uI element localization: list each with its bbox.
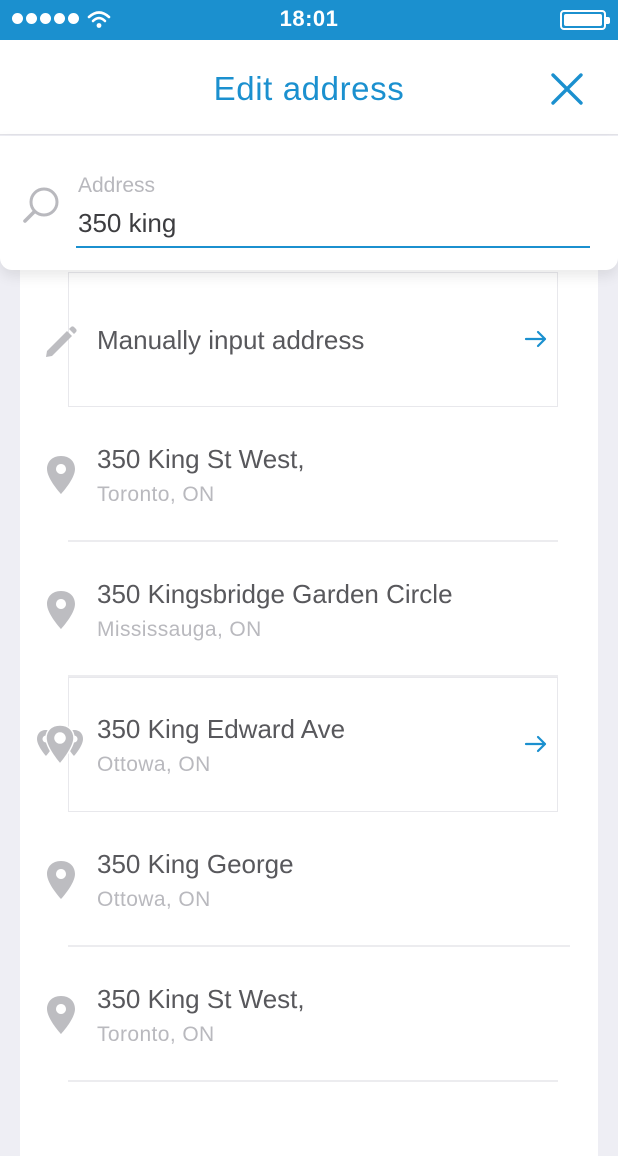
result-title: 350 King George — [97, 849, 294, 879]
result-subtitle: Toronto, ON — [97, 1023, 215, 1046]
arrow-right-icon — [524, 735, 547, 753]
result-subtitle: Ottowa, ON — [97, 753, 211, 776]
page-title: Edit address — [213, 70, 405, 107]
address-input[interactable] — [76, 204, 590, 248]
result-row[interactable]: 350 King St West, Toronto, ON — [20, 947, 598, 1082]
map-pin-icon — [47, 996, 75, 1034]
multiple-map-pins-icon — [37, 724, 83, 766]
result-subtitle: Ottowa, ON — [97, 888, 211, 911]
result-title: 350 King Edward Ave — [97, 714, 346, 744]
manual-input-row[interactable]: Manually input address — [20, 272, 598, 407]
result-row[interactable]: 350 King St West, Toronto, ON — [20, 407, 598, 542]
result-subtitle: Toronto, ON — [97, 483, 215, 506]
search-icon — [23, 187, 59, 223]
result-title: Manually input address — [97, 325, 365, 355]
close-icon — [551, 73, 583, 105]
pencil-icon — [46, 326, 77, 357]
result-row[interactable]: 350 King George Ottowa, ON — [20, 812, 598, 947]
address-label: Address — [78, 174, 156, 197]
results-list: Manually input address 350 King St West,… — [20, 256, 598, 1156]
result-row[interactable]: 350 Kingsbridge Garden Circle Mississaug… — [20, 542, 598, 677]
status-bar: 18:01 — [0, 0, 618, 40]
result-title: 350 King St West, — [97, 984, 305, 1014]
map-pin-icon — [47, 456, 75, 494]
close-button[interactable] — [546, 68, 588, 110]
result-subtitle: Mississauga, ON — [97, 618, 262, 641]
arrow-right-icon — [524, 330, 547, 348]
result-title: 350 King St West, — [97, 444, 305, 474]
status-time: 18:01 — [279, 6, 339, 31]
header: Edit address — [0, 40, 618, 135]
result-title: 350 Kingsbridge Garden Circle — [97, 579, 453, 609]
result-row-selected[interactable]: 350 King Edward Ave Ottowa, ON — [20, 677, 598, 812]
map-pin-icon — [47, 591, 75, 629]
battery-icon — [560, 10, 610, 30]
map-pin-icon — [47, 861, 75, 899]
search-panel: Address — [0, 136, 618, 270]
